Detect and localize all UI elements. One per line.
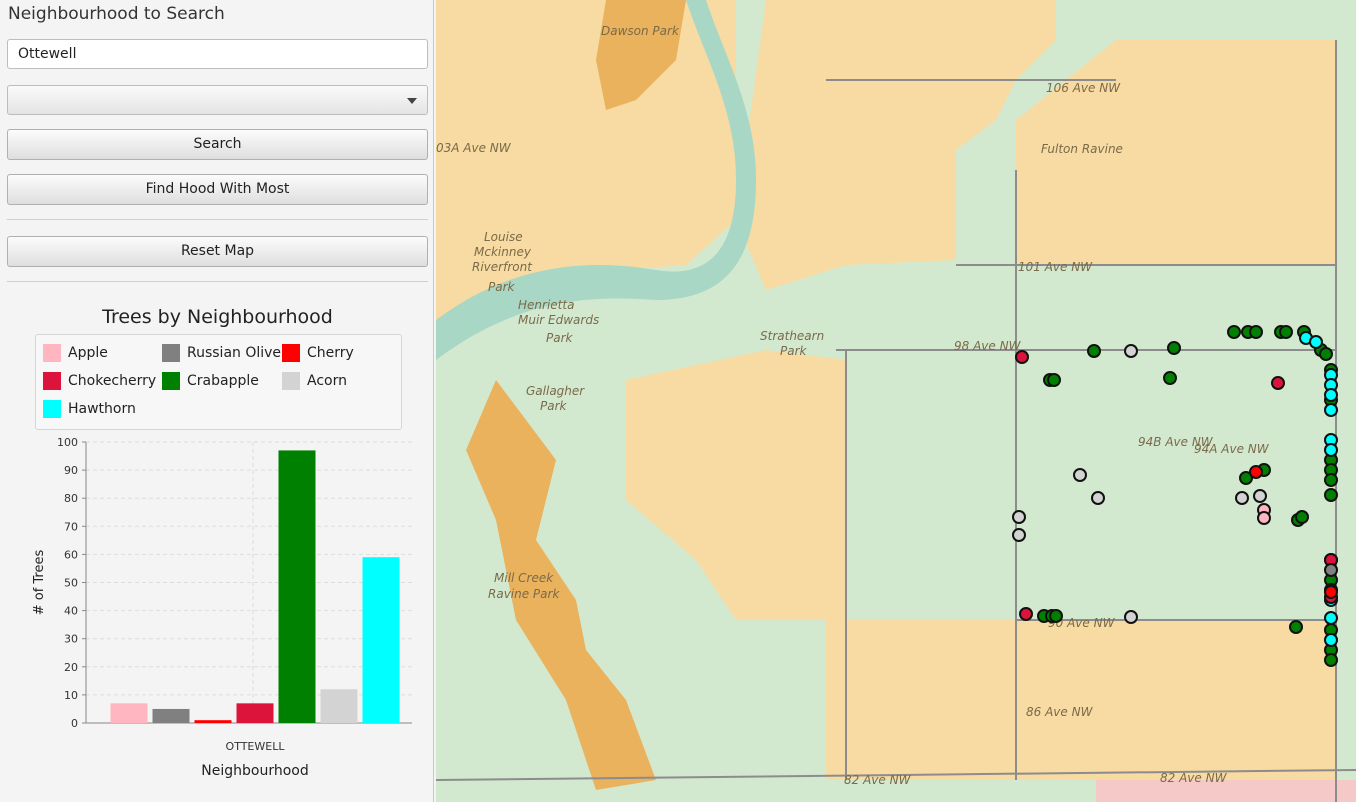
neighbourhood-search-input[interactable]: Ottewell xyxy=(7,39,428,69)
tree-marker[interactable] xyxy=(1249,325,1263,339)
svg-text:94A Ave NW: 94A Ave NW xyxy=(1194,442,1270,456)
tree-marker[interactable] xyxy=(1319,347,1333,361)
svg-text:Mill Creek: Mill Creek xyxy=(494,571,554,585)
y-tick-label: 10 xyxy=(64,689,78,702)
bar-hawthorn xyxy=(362,557,400,723)
bar-russian-olive xyxy=(152,708,190,723)
tree-marker[interactable] xyxy=(1271,376,1285,390)
divider xyxy=(7,281,428,282)
bar-chokecherry xyxy=(236,703,274,723)
svg-text:Park: Park xyxy=(540,399,568,413)
svg-text:Fulton Ravine: Fulton Ravine xyxy=(1041,142,1123,156)
tree-marker[interactable] xyxy=(1167,341,1181,355)
y-tick-label: 50 xyxy=(64,577,78,590)
svg-text:Park: Park xyxy=(780,344,808,358)
svg-text:Riverfront: Riverfront xyxy=(472,260,533,274)
tree-marker[interactable] xyxy=(1227,325,1241,339)
map-view[interactable]: Dawson Park 106 Ave NW Fulton Ravine 101… xyxy=(436,0,1356,802)
x-tick-label: OTTEWELL xyxy=(226,740,286,753)
tree-marker[interactable] xyxy=(1091,491,1105,505)
svg-text:106 Ave NW: 106 Ave NW xyxy=(1046,81,1121,95)
tree-marker[interactable] xyxy=(1015,350,1029,364)
y-tick-label: 30 xyxy=(64,633,78,646)
residential-zone xyxy=(826,620,1016,780)
svg-text:98 Ave NW: 98 Ave NW xyxy=(954,339,1022,353)
bar-acorn xyxy=(320,689,358,723)
svg-text:Louise: Louise xyxy=(484,230,523,244)
tree-marker[interactable] xyxy=(1087,344,1101,358)
tree-marker[interactable] xyxy=(1324,488,1338,502)
svg-text:Dawson Park: Dawson Park xyxy=(601,24,680,38)
svg-text:82 Ave NW: 82 Ave NW xyxy=(1160,771,1228,785)
tree-marker[interactable] xyxy=(1279,325,1293,339)
chart-plot: 0 10 20 30 40 50 60 70 80 90 100 OTTEWELL Neighbourh… xyxy=(32,436,412,779)
tree-marker[interactable] xyxy=(1253,489,1267,503)
tree-marker[interactable] xyxy=(1324,633,1338,647)
tree-marker[interactable] xyxy=(1324,611,1338,625)
bar-cherry xyxy=(194,720,232,723)
divider xyxy=(7,219,428,220)
svg-text:Ravine Park: Ravine Park xyxy=(488,587,560,601)
svg-text:Muir Edwards: Muir Edwards xyxy=(518,313,599,327)
svg-text:82 Ave NW: 82 Ave NW xyxy=(844,773,912,787)
tree-marker[interactable] xyxy=(1324,473,1338,487)
svg-text:Park: Park xyxy=(546,331,574,345)
tree-marker[interactable] xyxy=(1235,491,1249,505)
svg-text:86 Ave NW: 86 Ave NW xyxy=(1026,705,1094,719)
tree-marker[interactable] xyxy=(1309,335,1323,349)
x-axis-label: Neighbourhood xyxy=(201,763,308,779)
reset-map-button[interactable]: Reset Map xyxy=(7,236,428,267)
panel-title: Neighbourhood to Search xyxy=(8,4,225,24)
y-tick-label: 20 xyxy=(64,661,78,674)
tree-marker[interactable] xyxy=(1047,373,1061,387)
y-tick-label: 90 xyxy=(64,464,78,477)
bar-crabapple xyxy=(278,450,316,723)
svg-text:101 Ave NW: 101 Ave NW xyxy=(1018,260,1093,274)
svg-text:Mckinney: Mckinney xyxy=(474,245,532,259)
tree-marker[interactable] xyxy=(1289,620,1303,634)
tree-marker[interactable] xyxy=(1163,371,1177,385)
residential-zone xyxy=(1016,620,1336,780)
tree-marker[interactable] xyxy=(1257,511,1271,525)
y-tick-label: 80 xyxy=(64,492,78,505)
svg-text:Park: Park xyxy=(488,280,516,294)
bar-apple xyxy=(110,703,148,723)
tree-marker[interactable] xyxy=(1124,610,1138,624)
tree-marker[interactable] xyxy=(1124,344,1138,358)
chevron-down-icon[interactable] xyxy=(407,98,417,104)
svg-text:Henrietta: Henrietta xyxy=(518,298,574,312)
search-button[interactable]: Search xyxy=(7,129,428,160)
tree-marker[interactable] xyxy=(1324,443,1338,457)
tree-marker[interactable] xyxy=(1295,510,1309,524)
trees-bar-chart: Trees by Neighbourhood Apple Russian Oliv… xyxy=(7,294,428,794)
tree-marker[interactable] xyxy=(1324,388,1338,402)
svg-text:03A Ave NW: 03A Ave NW xyxy=(436,141,512,155)
y-tick-label: 70 xyxy=(64,520,78,533)
tree-marker[interactable] xyxy=(1049,609,1063,623)
y-tick-label: 40 xyxy=(64,605,78,618)
y-tick-label: 0 xyxy=(71,717,78,730)
svg-text:Strathearn: Strathearn xyxy=(760,329,824,343)
find-hood-with-most-button[interactable]: Find Hood With Most xyxy=(7,174,428,205)
tree-marker[interactable] xyxy=(1324,563,1338,577)
svg-text:Gallagher: Gallagher xyxy=(526,384,585,398)
tree-marker[interactable] xyxy=(1249,465,1263,479)
tree-marker[interactable] xyxy=(1324,653,1338,667)
control-panel: Neighbourhood to Search Ottewell Search … xyxy=(0,0,434,802)
map-canvas[interactable]: Dawson Park 106 Ave NW Fulton Ravine 101… xyxy=(436,0,1356,802)
neighbourhood-dropdown[interactable] xyxy=(7,85,428,115)
y-tick-label: 100 xyxy=(57,436,78,449)
y-tick-label: 60 xyxy=(64,548,78,561)
tree-marker[interactable] xyxy=(1073,468,1087,482)
y-axis-label: # of Trees xyxy=(32,550,47,616)
tree-marker[interactable] xyxy=(1324,585,1338,599)
tree-marker[interactable] xyxy=(1012,510,1026,524)
tree-marker[interactable] xyxy=(1324,403,1338,417)
tree-marker[interactable] xyxy=(1019,607,1033,621)
tree-marker[interactable] xyxy=(1012,528,1026,542)
